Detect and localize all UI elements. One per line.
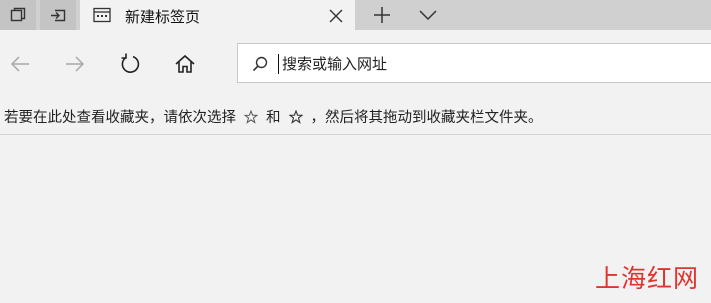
forward-arrow-icon[interactable] [63, 52, 87, 76]
home-icon[interactable] [173, 52, 197, 76]
star-icon [288, 109, 303, 124]
watermark: 上海红网 [594, 264, 699, 293]
page-content: 上海红网 [0, 135, 711, 303]
tab-preview-icon [10, 7, 26, 22]
plus-icon[interactable] [373, 6, 391, 24]
tab-title: 新建标签页 [125, 8, 201, 26]
search-icon [252, 56, 268, 72]
refresh-icon[interactable] [118, 52, 142, 76]
back-arrow-icon[interactable] [8, 52, 32, 76]
address-bar[interactable]: 搜索或输入网址 [237, 43, 711, 83]
favorites-hint-part2: 和 [266, 110, 281, 126]
set-aside-tabs-icon [51, 9, 66, 22]
address-placeholder: 搜索或输入网址 [282, 55, 388, 73]
close-icon[interactable] [328, 8, 344, 24]
star-outline-icon [244, 109, 258, 124]
tab-bar: 新建标签页 [0, 0, 711, 30]
navigation-bar: 搜索或输入网址 [0, 30, 711, 98]
favorites-bar: 若要在此处查看收藏夹，请依次选择 和 ，然后将其拖动到收藏夹栏文件夹。 [0, 98, 711, 135]
favorites-hint: 若要在此处查看收藏夹，请依次选择 和 ，然后将其拖动到收藏夹栏文件夹。 [4, 106, 543, 127]
text-caret [278, 54, 279, 74]
chevron-down-icon[interactable] [418, 8, 438, 22]
tab-preview-button[interactable] [0, 0, 36, 30]
tab-new-tab[interactable]: 新建标签页 [80, 0, 355, 30]
set-aside-tabs-button[interactable] [40, 0, 76, 30]
favorites-hint-part3: ，然后将其拖动到收藏夹栏文件夹。 [310, 110, 543, 126]
new-tab-page-icon [93, 7, 111, 23]
favorites-hint-part1: 若要在此处查看收藏夹，请依次选择 [4, 110, 236, 126]
